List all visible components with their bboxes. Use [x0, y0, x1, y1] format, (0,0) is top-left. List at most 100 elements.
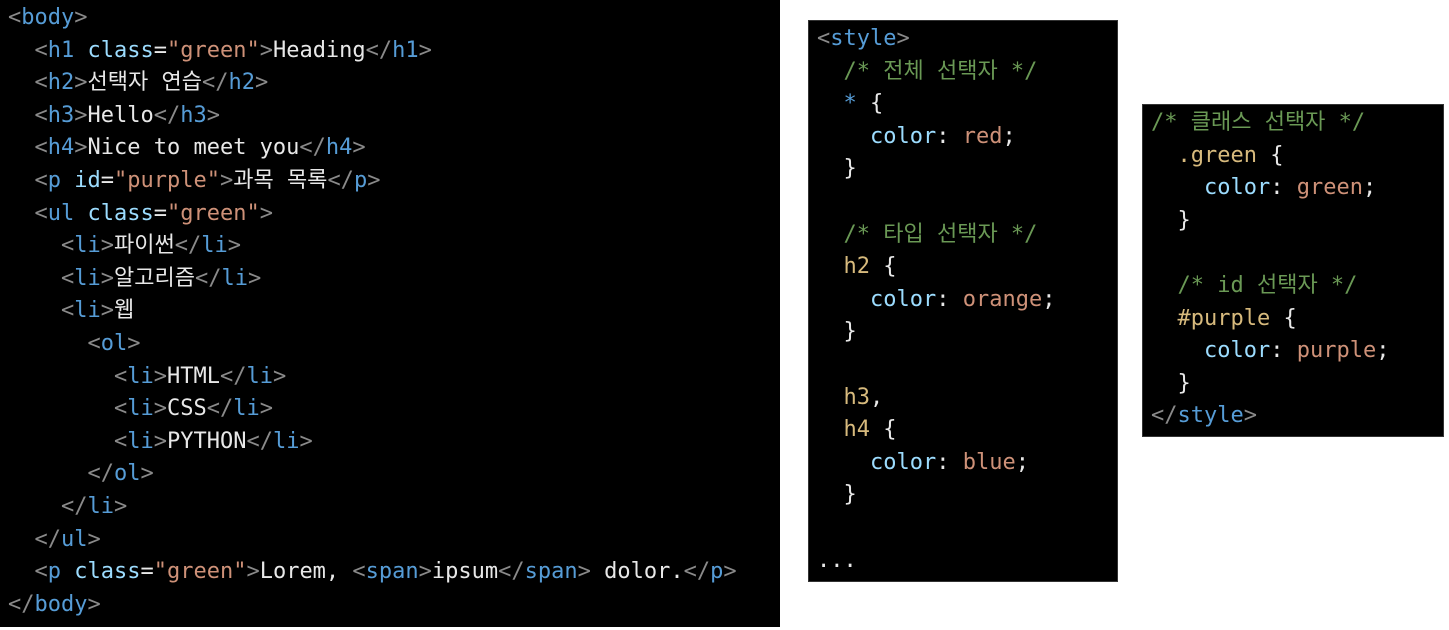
code-token: li [233, 396, 260, 422]
code-token: } [1151, 207, 1191, 233]
code-token: id [74, 167, 101, 193]
code-token: h3 [843, 384, 871, 410]
code-token: = [140, 559, 154, 585]
code-token: { [1270, 305, 1297, 331]
code-line: <li>HTML</li> [8, 361, 772, 394]
code-line: } [817, 479, 1109, 512]
code-token: < [34, 135, 48, 161]
css-type-selector-code-panel: <style> /* 전체 선택자 */ * { color: red; } /… [808, 20, 1118, 582]
code-token: #purple [1177, 305, 1271, 331]
code-line: </li> [8, 491, 772, 524]
code-token: 과목 목록 [233, 167, 328, 193]
code-token: > [418, 559, 432, 585]
code-token: li [74, 233, 101, 259]
code-token: span [524, 559, 578, 585]
code-token: < [34, 200, 48, 226]
code-token: "green" [153, 559, 247, 585]
code-token: h3 [180, 102, 207, 128]
code-token: </ [246, 428, 273, 454]
code-token: ... [817, 547, 857, 573]
code-token: Hello [87, 102, 154, 128]
code-token: HTML [166, 363, 220, 389]
code-token: </ [498, 559, 525, 585]
code-line: /* id 선택자 */ [1151, 270, 1435, 303]
code-token: </ [153, 102, 181, 128]
code-token: 알고리즘 [113, 265, 195, 291]
code-token: color [1203, 338, 1271, 364]
code-token: , [870, 384, 884, 410]
code-token: color [869, 449, 937, 475]
code-token: { [1256, 142, 1284, 168]
code-token: li [272, 428, 300, 454]
code-token: : [1270, 338, 1297, 364]
code-token: < [60, 265, 75, 291]
code-token: blue [962, 449, 1016, 475]
code-token: </ [683, 559, 711, 585]
code-token: purple [1296, 338, 1377, 364]
code-line: <h3>Hello</h3> [8, 100, 772, 133]
code-token: < [60, 233, 75, 259]
code-line: .green { [1151, 140, 1435, 173]
code-token: h4 [325, 135, 353, 161]
code-token: orange [962, 286, 1043, 312]
code-token: < [87, 330, 101, 356]
code-line: <ul class="green"> [8, 198, 772, 231]
code-token: > [140, 461, 154, 487]
code-token: /* 타입 선택자 */ [843, 221, 1038, 247]
code-token: style [830, 26, 897, 51]
code-token: /* id 선택자 */ [1177, 272, 1358, 298]
code-token: ul [47, 200, 75, 226]
code-token: > [100, 298, 114, 324]
code-token: > [74, 135, 88, 161]
code-line: <body> [8, 2, 772, 35]
code-token: li [127, 428, 154, 454]
code-line: color: purple; [1151, 335, 1435, 368]
code-token: class [74, 559, 141, 585]
code-token: </ [201, 70, 229, 96]
code-line: } [817, 316, 1109, 349]
code-token: span [365, 559, 419, 585]
code-token: li [74, 265, 101, 291]
code-line: <p id="purple">과목 목록</p> [8, 165, 772, 198]
code-token: h4 [47, 135, 75, 161]
code-token: green [1296, 175, 1363, 201]
code-token: Heading [272, 37, 366, 63]
code-token: h2 [47, 70, 75, 96]
code-token: > [227, 233, 241, 259]
code-token: > [153, 396, 167, 422]
code-line: <h1 class="green">Heading</h1> [8, 35, 772, 68]
code-token: > [153, 363, 167, 389]
code-token: < [8, 5, 22, 30]
code-token: > [723, 559, 737, 585]
code-token: 웹 [113, 298, 135, 324]
code-line: color: red; [817, 121, 1109, 154]
code-token: < [352, 559, 366, 585]
code-token: color [1203, 175, 1271, 201]
code-line: color: green; [1151, 172, 1435, 205]
code-token: > [272, 363, 287, 389]
code-line: <h4>Nice to meet you</h4> [8, 132, 772, 165]
code-token: li [127, 363, 154, 389]
code-token: ipsum [431, 559, 499, 585]
code-token: PYTHON [166, 428, 247, 454]
code-token: color [869, 123, 937, 149]
code-token: : [936, 449, 963, 475]
code-line: /* 전체 선택자 */ [817, 56, 1109, 89]
code-token: </ [219, 363, 247, 389]
